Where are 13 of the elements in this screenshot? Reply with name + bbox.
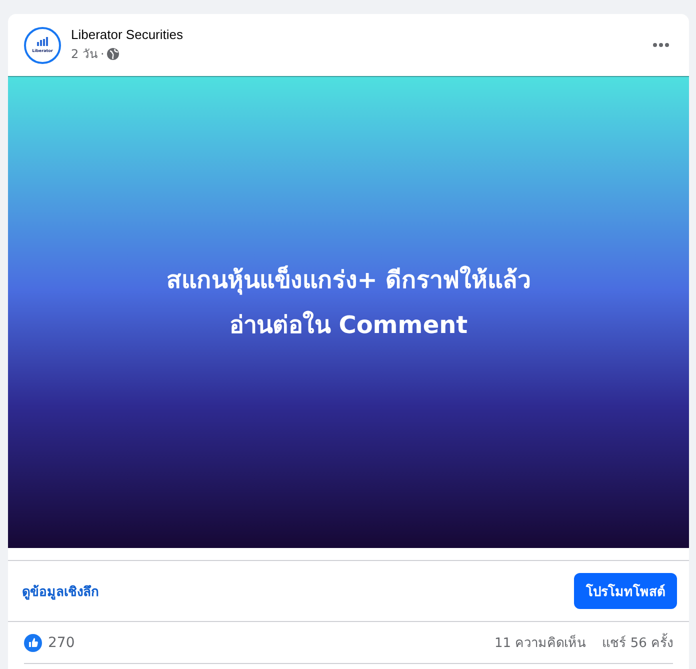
reaction-count[interactable]: 270 xyxy=(48,634,478,650)
promote-button[interactable]: โปรโมทโพสต์ xyxy=(574,573,677,609)
comment-count[interactable]: 11 ความคิดเห็น xyxy=(494,632,586,653)
separator: · xyxy=(100,46,104,60)
bar-chart-icon xyxy=(36,37,48,46)
author-name[interactable]: Liberator Securities xyxy=(71,27,649,42)
image-caption: อ่านต่อใน Comment xyxy=(229,310,468,341)
like-icon[interactable] xyxy=(24,634,42,652)
globe-icon xyxy=(107,48,120,60)
post-time[interactable]: 2 วัน xyxy=(71,44,98,63)
share-count[interactable]: แชร์ 56 ครั้ง xyxy=(602,632,673,653)
image-caption: สแกนหุ้นแข็งแกร่ง+ ดีกราฟให้แล้ว xyxy=(166,264,531,297)
insights-link[interactable]: ดูข้อมูลเชิงลึก xyxy=(22,580,99,602)
